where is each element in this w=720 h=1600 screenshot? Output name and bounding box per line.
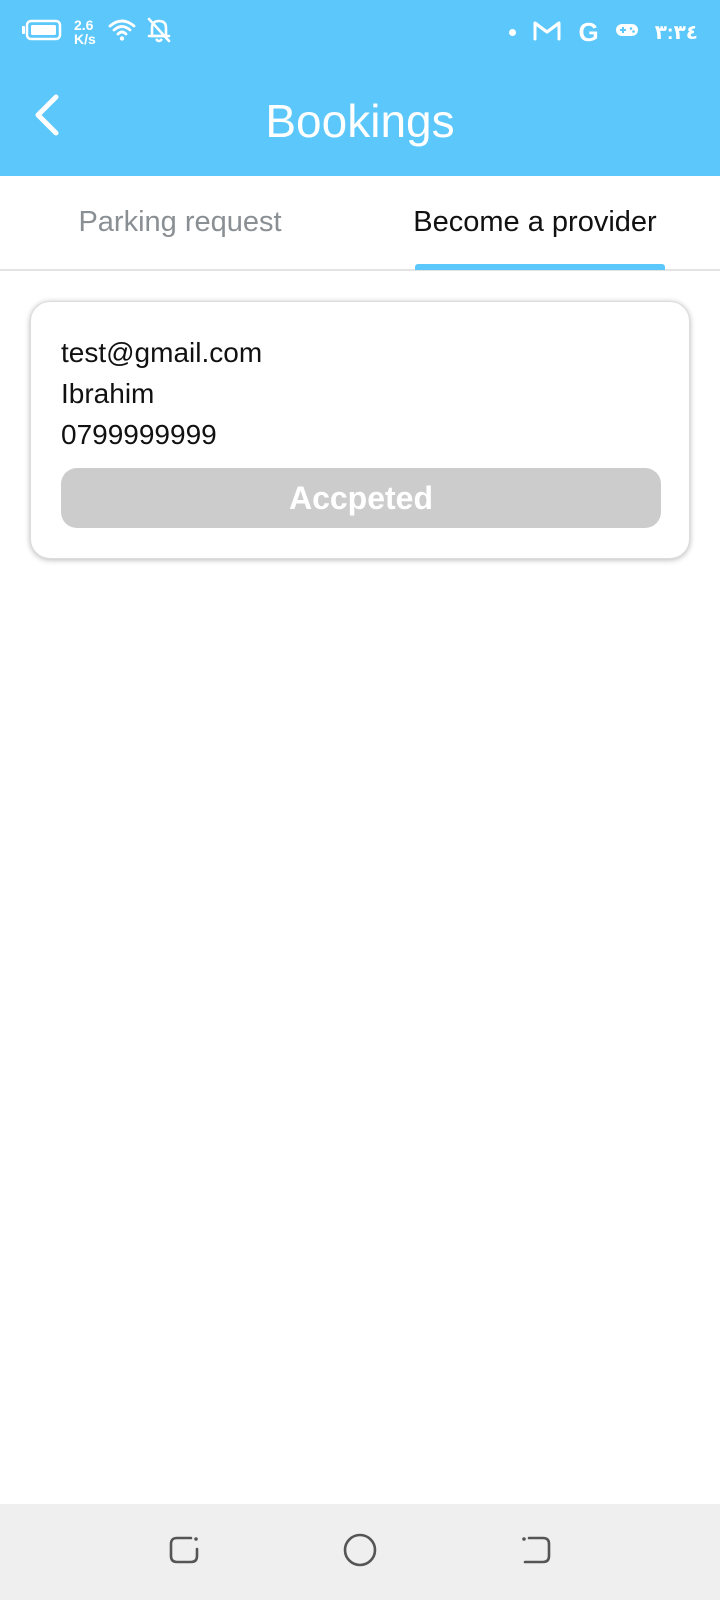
recent-apps-icon <box>167 1533 201 1572</box>
back-button[interactable] <box>24 94 70 140</box>
google-icon: G <box>578 17 599 47</box>
system-back-button[interactable] <box>512 1528 560 1576</box>
network-speed-unit: K/s <box>74 31 96 47</box>
chevron-left-icon <box>32 93 62 142</box>
page-title: Bookings <box>265 95 455 147</box>
gmail-icon <box>532 19 562 46</box>
network-speed: 2.6 K/s <box>74 18 96 46</box>
screen: 2.6 K/s G ٣:٣٤ Bookings Parking request … <box>0 0 720 1600</box>
dot-icon <box>509 28 517 36</box>
tab-indicator <box>415 264 665 270</box>
status-bar: 2.6 K/s G ٣:٣٤ <box>0 0 720 66</box>
system-nav-bar <box>0 1504 720 1600</box>
booking-name: Ibrahim <box>61 378 155 409</box>
battery-icon <box>22 19 62 46</box>
tab-parking-request[interactable]: Parking request <box>60 176 300 269</box>
booking-phone: 0799999999 <box>61 419 217 450</box>
booking-card: test@gmail.com Ibrahim 0799999999 Accpet… <box>30 301 690 559</box>
app-bar: Bookings <box>0 66 720 176</box>
notifications-off-icon <box>146 16 172 49</box>
game-controller-icon <box>615 21 639 44</box>
home-button[interactable] <box>336 1528 384 1576</box>
top-bar: 2.6 K/s G ٣:٣٤ Bookings <box>0 0 720 176</box>
home-icon <box>342 1532 378 1573</box>
status-time: ٣:٣٤ <box>654 21 698 44</box>
back-icon <box>519 1533 553 1572</box>
status-button[interactable]: Accpeted <box>61 468 661 528</box>
tab-become-a-provider[interactable]: Become a provider <box>405 176 665 269</box>
network-speed-value: 2.6 <box>74 17 94 33</box>
booking-email: test@gmail.com <box>61 337 263 368</box>
tab-bar: Parking request Become a provider <box>0 176 720 271</box>
recent-apps-button[interactable] <box>160 1528 208 1576</box>
wifi-icon <box>108 18 136 47</box>
status-right: G ٣:٣٤ <box>509 14 698 50</box>
status-left: 2.6 K/s <box>22 14 172 50</box>
